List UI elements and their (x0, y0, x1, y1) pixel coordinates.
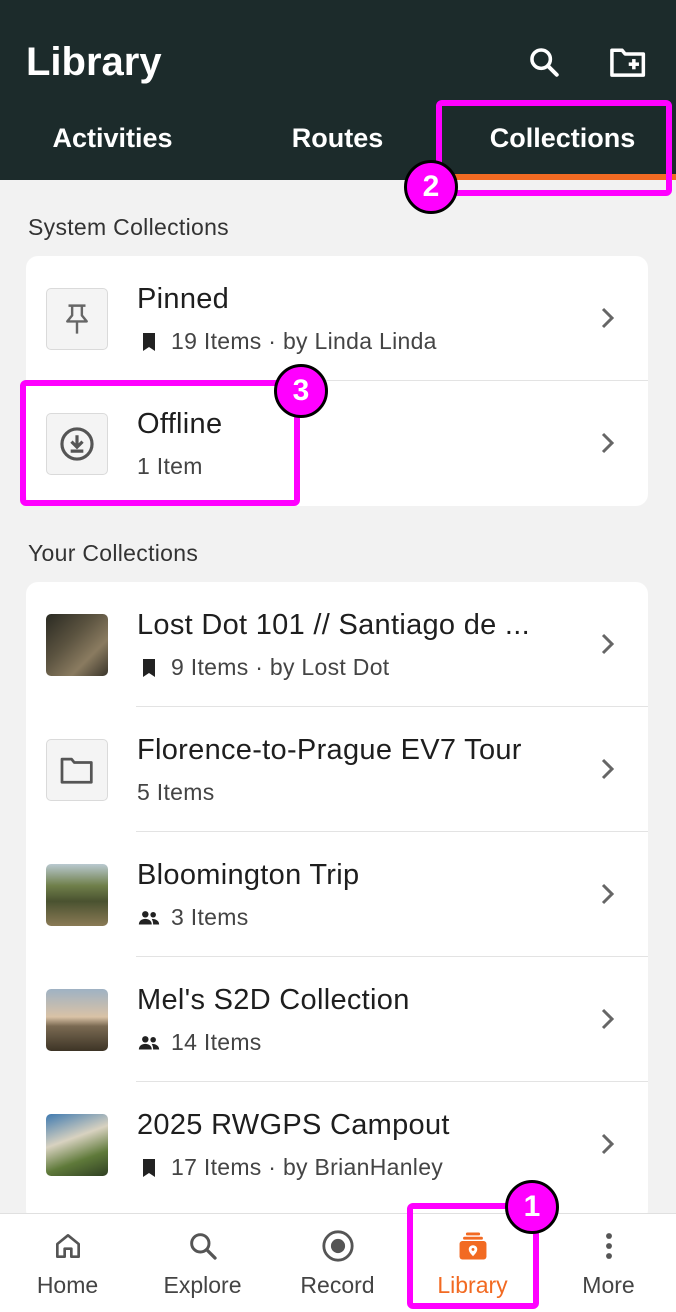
nav-record[interactable]: Record (270, 1214, 405, 1312)
collection-title: 2025 RWGPS Campout (137, 1109, 450, 1141)
tab-activities[interactable]: Activities (0, 100, 225, 180)
collection-row[interactable]: 2025 RWGPS Campout 17 Items · by BrianHa… (26, 1082, 648, 1207)
chevron-right-icon (601, 307, 615, 329)
collection-row[interactable]: Bloomington Trip 3 Items (26, 832, 648, 957)
chevron-right-icon (601, 432, 615, 454)
nav-label: More (582, 1272, 635, 1298)
collection-meta: 3 Items (171, 904, 249, 930)
folder-add-icon[interactable] (606, 40, 650, 84)
pin-icon (46, 288, 108, 350)
nav-label: Home (36, 1272, 99, 1298)
search-icon (185, 1228, 221, 1264)
group-icon (137, 906, 161, 930)
folder-icon (46, 739, 108, 801)
collection-subtitle: 17 Items · by BrianHanley (137, 1154, 443, 1181)
collection-row[interactable]: Lost Dot 101 // Santiago de ... 9 Items … (26, 582, 648, 707)
bookmark-icon (137, 1156, 161, 1180)
bookmark-icon (137, 656, 161, 680)
collection-title: Pinned (137, 283, 230, 315)
collection-thumbnail (46, 864, 108, 926)
collection-subtitle: 5 Items (137, 779, 215, 806)
collection-title: Florence-to-Prague EV7 Tour (137, 734, 522, 766)
record-icon (320, 1228, 356, 1264)
chevron-right-icon (601, 883, 615, 905)
annotation-highlight-offline (20, 380, 300, 506)
chevron-right-icon (601, 1133, 615, 1155)
nav-home[interactable]: Home (0, 1214, 135, 1312)
your-collections-card: Lost Dot 101 // Santiago de ... 9 Items … (26, 582, 648, 1222)
search-icon[interactable] (522, 40, 566, 84)
collection-row-pinned[interactable]: Pinned 19 Items · by Linda Linda (26, 256, 648, 381)
collection-subtitle: 19 Items · by Linda Linda (137, 328, 437, 355)
bottom-nav: Home Explore Record Library More (0, 1213, 676, 1312)
your-collections-heading: Your Collections (28, 540, 199, 566)
chevron-right-icon (601, 758, 615, 780)
collection-subtitle: 3 Items (137, 904, 249, 931)
bookmark-icon (137, 330, 161, 354)
chevron-right-icon (601, 1008, 615, 1030)
nav-more[interactable]: More (541, 1214, 676, 1312)
more-vertical-icon (591, 1228, 627, 1264)
collection-meta: 14 Items (171, 1029, 262, 1055)
page-title: Library (26, 40, 162, 84)
group-icon (137, 1031, 161, 1055)
collection-meta: 17 Items · by BrianHanley (171, 1154, 444, 1180)
annotation-highlight-collections (436, 100, 672, 196)
annotation-badge: 1 (505, 1180, 559, 1234)
collection-thumbnail (46, 1114, 108, 1176)
home-icon (50, 1228, 86, 1264)
annotation-badge: 2 (404, 160, 458, 214)
nav-label: Record (300, 1272, 375, 1298)
collection-row[interactable]: Mel's S2D Collection 14 Items (26, 957, 648, 1082)
collection-row[interactable]: Florence-to-Prague EV7 Tour 5 Items (26, 707, 648, 832)
collection-subtitle: 14 Items (137, 1029, 262, 1056)
collection-title: Mel's S2D Collection (137, 984, 410, 1016)
system-collections-heading: System Collections (28, 214, 229, 240)
nav-explore[interactable]: Explore (135, 1214, 270, 1312)
chevron-right-icon (601, 633, 615, 655)
annotation-badge: 3 (274, 364, 328, 418)
collection-subtitle: 9 Items · by Lost Dot (137, 654, 390, 681)
collection-meta: 5 Items (137, 779, 215, 805)
collection-meta: 19 Items · by Linda Linda (171, 328, 437, 354)
collection-thumbnail (46, 614, 108, 676)
collection-title: Lost Dot 101 // Santiago de ... (137, 609, 530, 641)
nav-label: Explore (163, 1272, 242, 1298)
collection-title: Bloomington Trip (137, 859, 360, 891)
collection-thumbnail (46, 989, 108, 1051)
collection-meta: 9 Items · by Lost Dot (171, 654, 390, 680)
